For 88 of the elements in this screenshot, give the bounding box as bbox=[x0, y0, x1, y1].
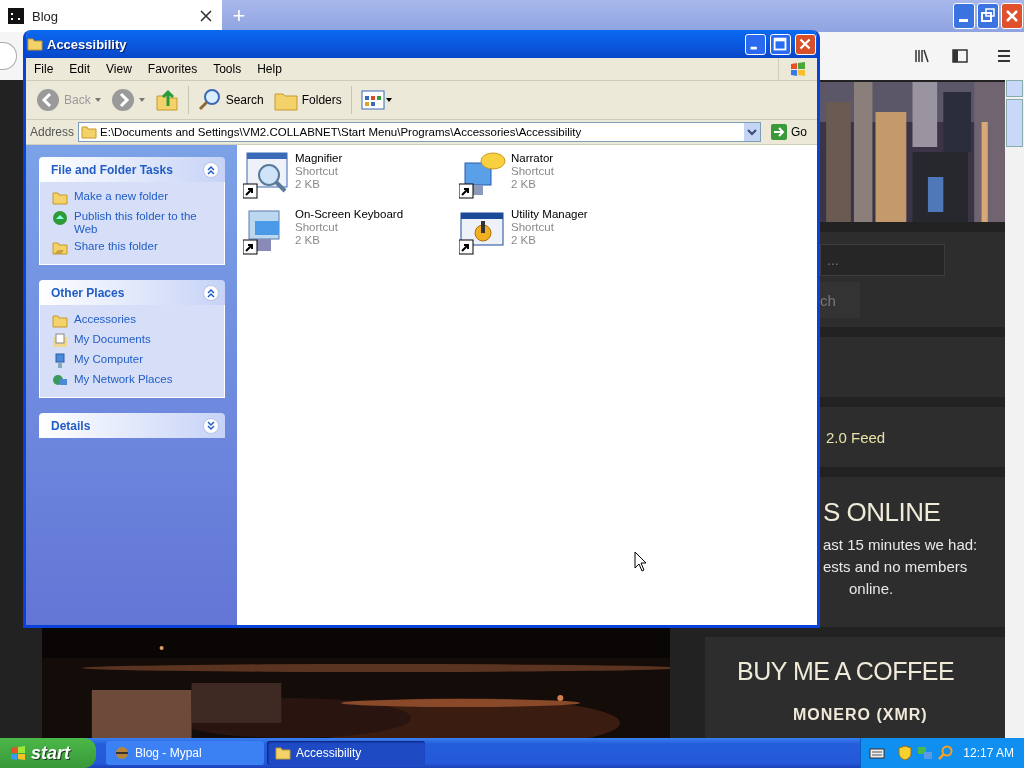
start-button[interactable]: start bbox=[0, 738, 96, 768]
task-link[interactable]: Accessories bbox=[74, 313, 136, 326]
taskbar-button[interactable]: Accessibility bbox=[267, 741, 425, 765]
search-field[interactable]: ... bbox=[820, 244, 945, 276]
collapse-chevron-icon[interactable] bbox=[203, 161, 219, 178]
widget-text: ests and no members bbox=[823, 557, 969, 577]
sidebar-icon[interactable] bbox=[952, 48, 968, 64]
browser-icon bbox=[114, 745, 130, 761]
widget-subtitle: MONERO (XMR) bbox=[793, 706, 929, 724]
minimize-icon[interactable] bbox=[953, 3, 975, 29]
window-title: Accessibility bbox=[47, 36, 128, 52]
task-link[interactable]: My Computer bbox=[74, 353, 144, 366]
views-icon bbox=[360, 88, 393, 112]
computer-icon bbox=[52, 353, 68, 369]
file-name: Narrator bbox=[511, 152, 554, 165]
file-type: Shortcut bbox=[511, 165, 554, 178]
new-folder-icon bbox=[52, 190, 68, 206]
shield-icon[interactable] bbox=[897, 745, 914, 761]
documents-icon bbox=[52, 333, 68, 349]
file-size: 2 KB bbox=[511, 234, 537, 247]
search-button[interactable]: Search bbox=[193, 85, 268, 115]
favicon-icon bbox=[8, 8, 24, 24]
file-type: Shortcut bbox=[295, 221, 339, 234]
folder-icon bbox=[27, 36, 43, 52]
collapse-chevron-icon[interactable] bbox=[203, 284, 219, 301]
task-link[interactable]: Publish this folder to the Web bbox=[74, 210, 216, 236]
folder-icon bbox=[52, 313, 68, 329]
folders-button[interactable]: Folders bbox=[269, 85, 346, 115]
file-size: 2 KB bbox=[295, 234, 321, 247]
dropdown-caret-icon bbox=[94, 98, 101, 102]
task-pane-header[interactable]: Details bbox=[39, 413, 225, 438]
address-field[interactable]: E:\Documents and Settings\VM2.COLLABNET\Start Menu\Programs\Accessories\Accessibility bbox=[78, 122, 761, 142]
menu-item[interactable]: Favorites bbox=[139, 62, 206, 76]
expand-chevron-icon[interactable] bbox=[203, 417, 219, 434]
task-pane-title: File and Folder Tasks bbox=[51, 162, 173, 177]
file-type: Shortcut bbox=[295, 165, 339, 178]
menu-item[interactable]: Edit bbox=[61, 62, 99, 76]
narrator-shortcut-icon[interactable] bbox=[459, 151, 507, 199]
task-pane-header[interactable]: Other Places bbox=[39, 280, 225, 305]
menu-item[interactable]: Tools bbox=[205, 62, 250, 76]
taskbar-button[interactable]: Blog - Mypal bbox=[106, 741, 264, 765]
folder-icon bbox=[81, 124, 98, 140]
keyboard-icon[interactable] bbox=[869, 745, 886, 761]
dropdown-icon[interactable] bbox=[744, 123, 760, 141]
task-link[interactable]: My Network Places bbox=[74, 373, 173, 386]
globe-icon bbox=[52, 210, 68, 226]
menu-item[interactable]: View bbox=[98, 62, 140, 76]
go-arrow-icon bbox=[771, 124, 787, 140]
task-link[interactable]: Make a new folder bbox=[74, 190, 168, 203]
windows-flag-icon bbox=[10, 745, 26, 761]
task-pane-title: Other Places bbox=[51, 285, 125, 300]
task-pane-title: Details bbox=[51, 418, 91, 433]
tab-title: Blog bbox=[32, 8, 60, 24]
widget-text: online. bbox=[848, 579, 895, 599]
file-name: Magnifier bbox=[295, 152, 343, 165]
library-icon[interactable] bbox=[914, 48, 930, 64]
windows-flag-icon bbox=[790, 61, 806, 77]
file-name: On-Screen Keyboard bbox=[295, 208, 404, 221]
restore-icon[interactable] bbox=[977, 3, 999, 29]
widget-title: BUY ME A COFFEE bbox=[737, 657, 956, 686]
clock: 12:17 AM bbox=[963, 746, 1014, 760]
task-pane-header[interactable]: File and Folder Tasks bbox=[39, 157, 225, 182]
file-size: 2 KB bbox=[295, 178, 321, 191]
menu-item[interactable]: File bbox=[26, 62, 62, 76]
close-icon[interactable] bbox=[198, 8, 214, 24]
go-button[interactable]: Go bbox=[765, 124, 813, 140]
scrollbar-thumb[interactable] bbox=[1006, 99, 1023, 147]
shared-folder-icon bbox=[52, 240, 68, 256]
folder-icon bbox=[275, 745, 291, 761]
address-label: Address bbox=[30, 125, 75, 139]
widget-title: S ONLINE bbox=[823, 497, 942, 528]
search-icon bbox=[197, 88, 222, 112]
task-link[interactable]: My Documents bbox=[74, 333, 151, 346]
widget-text: ast 15 minutes we had: bbox=[823, 535, 979, 555]
task-link[interactable]: Share this folder bbox=[74, 240, 158, 253]
folder-up-icon bbox=[154, 88, 179, 112]
menu-icon[interactable] bbox=[996, 48, 1012, 64]
minimize-icon[interactable] bbox=[745, 33, 766, 55]
feed-link[interactable]: 2.0 Feed bbox=[826, 428, 1005, 446]
browser-tab[interactable]: Blog bbox=[0, 0, 222, 32]
mouse-pointer-icon bbox=[634, 551, 647, 572]
maximize-icon[interactable] bbox=[770, 33, 791, 55]
dropdown-caret-icon bbox=[138, 98, 145, 102]
file-size: 2 KB bbox=[511, 178, 537, 191]
file-type: Shortcut bbox=[511, 221, 555, 234]
magnifier-shortcut-icon[interactable] bbox=[243, 151, 291, 199]
file-name: Utility Manager bbox=[511, 208, 588, 221]
menu-item[interactable]: Help bbox=[249, 62, 290, 76]
